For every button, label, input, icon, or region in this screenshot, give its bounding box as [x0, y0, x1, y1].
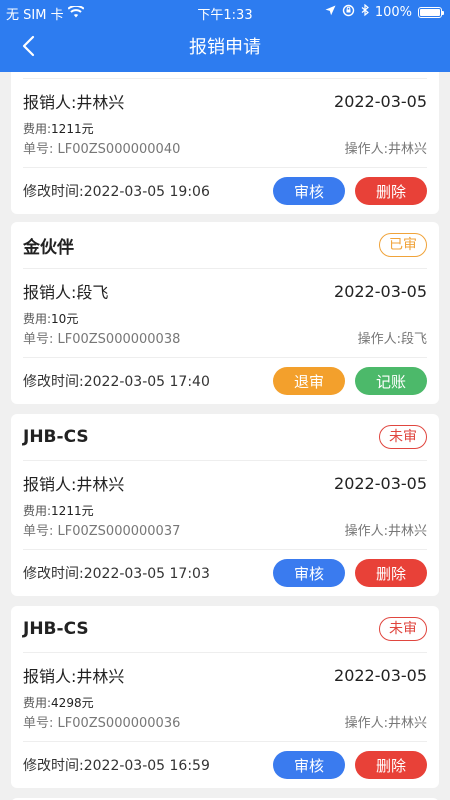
record-button[interactable]: 记账 — [355, 367, 427, 395]
button-group: 审核 删除 — [273, 751, 427, 779]
fee-row: 费用:1211元 — [23, 119, 427, 139]
battery-level — [420, 9, 440, 16]
rotation-lock-icon — [342, 4, 355, 21]
button-group: 退审 记账 — [273, 367, 427, 395]
action-row: 修改时间:2022-03-05 17:03 审核 删除 — [23, 549, 427, 596]
status-badge: 已审 — [379, 233, 427, 257]
applicant-label: 报销人:段飞 — [23, 283, 109, 302]
operator-label: 操作人:井林兴 — [344, 716, 427, 731]
delete-button[interactable]: 删除 — [355, 751, 427, 779]
fee-value: 1211元 — [51, 504, 94, 518]
card-head — [23, 72, 427, 79]
action-row: 修改时间:2022-03-05 19:06 审核 删除 — [23, 167, 427, 214]
date-label: 2022-03-05 — [334, 91, 427, 111]
fee-row: 费用:1211元 — [23, 501, 427, 521]
reject-button[interactable]: 退审 — [273, 367, 345, 395]
fee-value: 10元 — [51, 312, 79, 326]
fee-label: 费用: — [23, 504, 52, 518]
approve-button[interactable]: 审核 — [273, 751, 345, 779]
expense-card[interactable]: JHB-CS 未审 报销人:井林兴 2022-03-05 费用:4298元 单号… — [11, 606, 439, 788]
status-badge: 未审 — [379, 425, 427, 449]
card-head: 金伙伴 已审 — [23, 222, 427, 269]
expense-card[interactable]: JHB-CS 未审 报销人:井林兴 2022-03-05 费用:1211元 单号… — [11, 414, 439, 596]
status-badge: 未审 — [379, 617, 427, 641]
operator-label: 操作人:井林兴 — [344, 524, 427, 539]
location-icon — [325, 5, 336, 20]
date-label: 2022-03-05 — [334, 281, 427, 301]
applicant-label: 报销人:井林兴 — [23, 667, 125, 686]
operator-label: 操作人:井林兴 — [344, 142, 427, 157]
button-group: 审核 删除 — [273, 559, 427, 587]
app-header: 无 SIM 卡 下午1:33 100% 报销申请 — [0, 0, 450, 72]
expense-card[interactable]: 报销人:井林兴 2022-03-05 费用:1211元 单号: LF00ZS00… — [11, 72, 439, 214]
action-row: 修改时间:2022-03-05 17:40 退审 记账 — [23, 357, 427, 404]
card-main-row: 报销人:井林兴 2022-03-05 — [23, 83, 427, 119]
applicant-label: 报销人:井林兴 — [23, 475, 125, 494]
card-main-row: 报销人:井林兴 2022-03-05 — [23, 657, 427, 693]
card-main-row: 报销人:段飞 2022-03-05 — [23, 273, 427, 309]
nav-bar: 报销申请 — [0, 24, 450, 72]
card-head: JHB-CS 未审 — [23, 606, 427, 653]
order-number: 单号: LF00ZS000000038 — [23, 332, 181, 347]
approve-button[interactable]: 审核 — [273, 559, 345, 587]
bluetooth-icon — [361, 3, 369, 21]
order-number: 单号: LF00ZS000000037 — [23, 524, 181, 539]
battery-icon — [418, 7, 444, 18]
fee-value: 4298元 — [51, 696, 94, 710]
order-row: 单号: LF00ZS000000036 操作人:井林兴 — [23, 713, 427, 735]
card-head: JHB-CS 未审 — [23, 414, 427, 461]
action-row: 修改时间:2022-03-05 16:59 审核 删除 — [23, 741, 427, 788]
order-number: 单号: LF00ZS000000040 — [23, 142, 181, 157]
modified-time: 修改时间:2022-03-05 19:06 — [23, 184, 210, 200]
card-company-name: 金伙伴 — [23, 237, 74, 258]
operator-label: 操作人:段飞 — [357, 332, 427, 347]
expense-card[interactable]: 金伙伴 已审 报销人:段飞 2022-03-05 费用:10元 单号: LF00… — [11, 222, 439, 404]
fee-label: 费用: — [23, 696, 52, 710]
approve-button[interactable]: 审核 — [273, 177, 345, 205]
modified-time: 修改时间:2022-03-05 17:40 — [23, 374, 210, 390]
status-bar: 无 SIM 卡 下午1:33 100% — [0, 0, 450, 24]
fee-label: 费用: — [23, 122, 52, 136]
fee-value: 1211元 — [51, 122, 94, 136]
date-label: 2022-03-05 — [334, 665, 427, 685]
order-row: 单号: LF00ZS000000037 操作人:井林兴 — [23, 521, 427, 543]
order-row: 单号: LF00ZS000000038 操作人:段飞 — [23, 329, 427, 351]
card-company-name: JHB-CS — [23, 427, 89, 447]
delete-button[interactable]: 删除 — [355, 559, 427, 587]
delete-button[interactable]: 删除 — [355, 177, 427, 205]
fee-row: 费用:10元 — [23, 309, 427, 329]
modified-time: 修改时间:2022-03-05 17:03 — [23, 566, 210, 582]
modified-time: 修改时间:2022-03-05 16:59 — [23, 758, 210, 774]
applicant-label: 报销人:井林兴 — [23, 93, 125, 112]
fee-label: 费用: — [23, 312, 52, 326]
page-title: 报销申请 — [189, 37, 261, 58]
card-company-name: JHB-CS — [23, 619, 89, 639]
order-number: 单号: LF00ZS000000036 — [23, 716, 181, 731]
expense-list[interactable]: 报销人:井林兴 2022-03-05 费用:1211元 单号: LF00ZS00… — [0, 72, 450, 800]
status-right: 100% — [325, 3, 444, 21]
button-group: 审核 删除 — [273, 177, 427, 205]
battery-percent: 100% — [374, 5, 412, 20]
order-row: 单号: LF00ZS000000040 操作人:井林兴 — [23, 139, 427, 161]
card-main-row: 报销人:井林兴 2022-03-05 — [23, 465, 427, 501]
date-label: 2022-03-05 — [334, 473, 427, 493]
fee-row: 费用:4298元 — [23, 693, 427, 713]
